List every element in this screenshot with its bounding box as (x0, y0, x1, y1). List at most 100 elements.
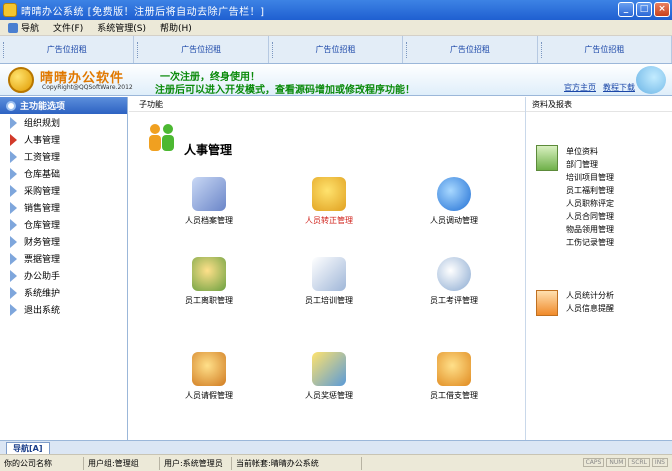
scroll-indicator: SCRL (628, 458, 650, 467)
arrow-right-icon (10, 184, 17, 197)
key-indicators: CAPS NUM SCRL INS (582, 458, 668, 467)
function-training[interactable]: 员工培训管理 (284, 257, 374, 306)
report-link[interactable]: 人员合同管理 (566, 211, 614, 222)
reports-panel: 资料及报表 单位资料 部门管理 培训项目管理 员工福利管理 人员职称评定 人员合… (526, 97, 672, 440)
sidebar-item-hr[interactable]: 人事管理 (0, 131, 127, 148)
regularization-icon (312, 177, 346, 211)
sidebar-item-sales[interactable]: 销售管理 (0, 199, 127, 216)
grip-handle (271, 42, 275, 58)
people-icon (149, 124, 174, 151)
function-leave[interactable]: 人员请假管理 (164, 352, 254, 401)
insert-indicator: INS (651, 458, 668, 467)
sidebar-item-system-maintenance[interactable]: 系统维护 (0, 284, 127, 301)
sidebar-item-purchasing[interactable]: 采购管理 (0, 182, 127, 199)
grip-handle (3, 42, 6, 58)
window-controls: _ □ × (618, 2, 670, 17)
menu-system[interactable]: 系统管理(S) (97, 21, 146, 34)
arrow-right-icon (10, 167, 17, 180)
ad-bar: 广告位招租 广告位招租 广告位招租 广告位招租 广告位招租 (0, 36, 672, 64)
ad-slot[interactable]: 广告位招租 (269, 36, 404, 63)
grip-handle (137, 42, 140, 58)
leave-icon (192, 352, 226, 386)
maximize-button[interactable]: □ (636, 2, 652, 17)
spreadsheet-icon (536, 145, 558, 171)
menu-help[interactable]: 帮助(H) (160, 21, 192, 34)
report-link[interactable]: 人员职称评定 (566, 198, 614, 209)
report-link[interactable]: 员工福利管理 (566, 185, 614, 196)
menu-bar: 导航 文件(F) 系统管理(S) 帮助(H) (0, 20, 672, 36)
sidebar-item-warehouse[interactable]: 仓库管理 (0, 216, 127, 233)
sidebar-item-invoices[interactable]: 票据管理 (0, 250, 127, 267)
status-account: 当前帐套:晴晴办公系统 (232, 456, 362, 470)
report-link[interactable]: 人员信息提醒 (566, 303, 614, 314)
chart-report-icon (536, 290, 558, 316)
function-evaluation[interactable]: 员工考评管理 (409, 257, 499, 306)
function-personnel-file[interactable]: 人员档案管理 (164, 177, 254, 226)
menu-navigate[interactable]: 导航 (8, 21, 39, 34)
ad-slot[interactable]: 广告位招租 (403, 36, 538, 63)
reports-header: 资料及报表 (526, 97, 672, 112)
resignation-icon (192, 257, 226, 291)
sidebar-item-office-assistant[interactable]: 办公助手 (0, 267, 127, 284)
tutorial-download-link[interactable]: 教程下载 (603, 82, 635, 93)
arrow-right-icon (10, 235, 17, 248)
caps-indicator: CAPS (582, 458, 605, 467)
arrow-right-icon (10, 116, 17, 129)
tab-navigate[interactable]: 导航[A] (6, 442, 50, 454)
arrow-right-icon (10, 201, 17, 214)
ad-slot[interactable]: 广告位招租 (538, 36, 672, 63)
logo-subtitle: CopyRight@QQSoftWare.2012 (42, 84, 133, 91)
sidebar: 主功能选项 组织规划 人事管理 工资管理 仓库基础 采购管理 销售管理 仓库管理… (0, 97, 128, 440)
status-company: 你的公司名称 (0, 456, 84, 470)
report-link[interactable]: 培训项目管理 (566, 172, 614, 183)
status-bar: 你的公司名称 用户组:管理组 用户:系统管理员 当前帐套:晴晴办公系统 CAPS… (0, 454, 672, 471)
menu-file[interactable]: 文件(F) (53, 21, 83, 34)
minimize-button[interactable]: _ (618, 2, 634, 17)
report-link[interactable]: 物品领用管理 (566, 224, 614, 235)
module-title: 人事管理 (184, 143, 233, 157)
report-link[interactable]: 人员统计分析 (566, 290, 614, 301)
reward-icon (312, 352, 346, 386)
sidebar-item-exit[interactable]: 退出系统 (0, 301, 127, 318)
arrow-right-icon (10, 252, 17, 265)
function-transfer[interactable]: 人员调动管理 (409, 177, 499, 226)
arrow-right-icon (10, 303, 17, 316)
grip-handle (406, 42, 409, 58)
arrow-right-icon (10, 133, 17, 146)
arrow-right-icon (10, 218, 17, 231)
ad-slot[interactable]: 广告位招租 (134, 36, 269, 63)
arrow-right-icon (10, 150, 17, 163)
sidebar-item-payroll[interactable]: 工资管理 (0, 148, 127, 165)
ad-slot[interactable]: 广告位招租 (0, 36, 135, 63)
advance-icon (437, 352, 471, 386)
globe-decoration-icon (636, 66, 666, 94)
navigate-icon (8, 22, 18, 33)
transfer-icon (437, 177, 471, 211)
personnel-file-icon (192, 177, 226, 211)
homepage-link[interactable]: 官方主页 (564, 82, 596, 93)
report-link[interactable]: 单位资料 (566, 146, 598, 157)
function-advance[interactable]: 员工借支管理 (409, 352, 499, 401)
sidebar-item-warehouse-basics[interactable]: 仓库基础 (0, 165, 127, 182)
arrow-right-icon (10, 286, 17, 299)
training-icon (312, 257, 346, 291)
function-regularization[interactable]: 人员转正管理 (284, 177, 374, 226)
sidebar-item-org-planning[interactable]: 组织规划 (0, 114, 127, 131)
status-user: 用户:系统管理员 (160, 456, 232, 470)
content-panel: 子功能 人事管理 人员档案管理 人员转正管理 人员调动管理 员工离职管理 员工培… (129, 97, 525, 440)
function-reward[interactable]: 人员奖惩管理 (284, 352, 374, 401)
report-link[interactable]: 工伤记录管理 (566, 237, 614, 248)
close-button[interactable]: × (654, 2, 670, 17)
sidebar-item-finance[interactable]: 财务管理 (0, 233, 127, 250)
tab-bar: 导航[A] (0, 440, 672, 454)
function-resignation[interactable]: 员工离职管理 (164, 257, 254, 306)
subfunction-header: 子功能 (129, 97, 525, 112)
evaluation-icon (437, 257, 471, 291)
banner: 晴晴办公软件 CopyRight@QQSoftWare.2012 一次注册，终身… (0, 64, 672, 96)
main-options-icon (6, 100, 16, 111)
sidebar-header: 主功能选项 (0, 97, 127, 114)
app-icon (3, 3, 17, 17)
window-title: 晴晴办公系统 [免费版！注册后将自动去除广告栏！] (21, 6, 265, 18)
banner-message-2: 注册后可以进入开发模式，查看源码增加或修改程序功能！ (155, 85, 415, 96)
report-link[interactable]: 部门管理 (566, 159, 598, 170)
